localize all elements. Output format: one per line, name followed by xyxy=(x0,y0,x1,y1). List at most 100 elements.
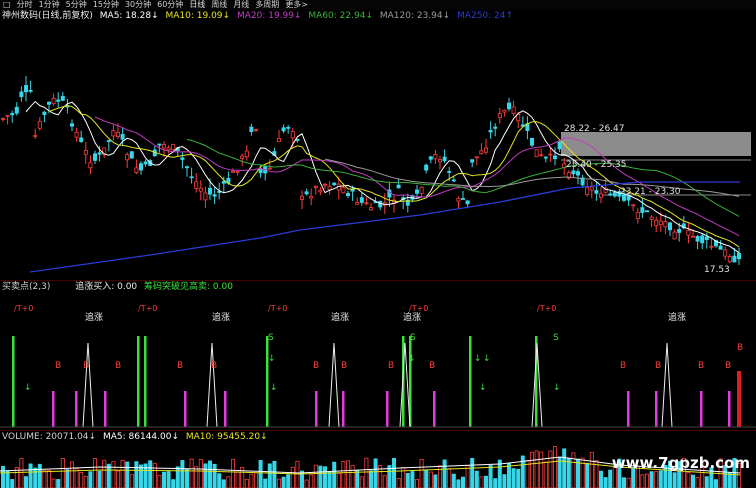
candle-body xyxy=(207,187,212,195)
volume-bar xyxy=(465,465,470,488)
volume-bar xyxy=(433,474,438,488)
candle-body xyxy=(709,245,714,248)
volume-bar xyxy=(290,466,295,488)
candle-body xyxy=(631,204,636,207)
volume-bar xyxy=(318,465,323,488)
period-tab-5[interactable]: 30分钟 xyxy=(122,0,154,10)
candle-body xyxy=(493,126,498,129)
volume-bar xyxy=(470,457,475,488)
candle-body xyxy=(635,211,640,220)
volume-bar xyxy=(60,458,65,488)
legend-ma120: MA120: 23.94↓ xyxy=(379,11,451,21)
candle-body xyxy=(557,141,562,150)
volume-bar xyxy=(313,464,318,488)
candle-body xyxy=(428,156,433,160)
period-tab-4[interactable]: 15分钟 xyxy=(90,0,122,10)
volume-bar xyxy=(88,471,93,488)
volume-bar xyxy=(102,459,107,488)
signal-magenta-bar xyxy=(342,391,345,427)
candle-body xyxy=(355,202,360,205)
buy-label: B xyxy=(313,361,319,371)
signal-panel[interactable]: 买卖点(2,3) 追涨买入: 0.00 筹码突破见高卖: 0.00 追涨 追涨 追涨… xyxy=(0,280,756,430)
signal-magenta-bar xyxy=(75,391,78,427)
volume-bar xyxy=(203,463,208,488)
period-tab-2[interactable]: 1分钟 xyxy=(36,0,63,10)
candle-body xyxy=(171,144,176,151)
period-tab-11[interactable]: 更多> xyxy=(282,0,311,10)
volume-bar xyxy=(686,471,691,488)
period-tab-7[interactable]: 日线 xyxy=(186,0,208,10)
volume-bar xyxy=(79,472,84,488)
volume-bar xyxy=(571,452,576,488)
volume-bar xyxy=(235,471,240,488)
volume-bar xyxy=(97,470,102,488)
volume-bar xyxy=(258,460,263,488)
volume-bar xyxy=(161,471,166,488)
volume-bar xyxy=(157,474,162,488)
period-tab-3[interactable]: 5分钟 xyxy=(63,0,90,10)
buy-label-last: B xyxy=(737,343,743,353)
volume-bar xyxy=(599,470,604,488)
candle-body xyxy=(79,137,84,142)
candle-body xyxy=(74,131,79,138)
period-tab-9[interactable]: 月线 xyxy=(230,0,252,10)
volume-bar xyxy=(364,457,369,488)
volume-bar xyxy=(442,459,447,488)
buy-label: B xyxy=(655,361,661,371)
candle-body xyxy=(37,121,42,129)
candle-body xyxy=(267,167,272,170)
candle-body xyxy=(28,90,33,92)
candlestick-panel[interactable]: 神州数码(日线,前复权) MA5: 18.28↓ MA10: 19.09↓ MA… xyxy=(0,10,756,279)
candle-body xyxy=(608,193,613,196)
buy-label: B xyxy=(83,361,89,371)
volume-bar xyxy=(585,462,590,488)
signal-green-bar xyxy=(144,336,147,427)
signal-legend: 买卖点(2,3) 追涨买入: 0.00 筹码突破见高卖: 0.00 xyxy=(2,282,237,293)
period-tab-8[interactable]: 周线 xyxy=(208,0,230,10)
candle-body xyxy=(129,151,134,159)
candle-body xyxy=(198,187,203,192)
candle-body xyxy=(483,147,488,153)
watermark: www.7gpzb.com xyxy=(611,454,750,472)
volume-bar xyxy=(562,448,567,488)
period-tab-0[interactable]: □ xyxy=(0,0,14,10)
volume-bar xyxy=(530,451,535,488)
candle-body xyxy=(474,156,479,159)
candle-body xyxy=(539,154,544,157)
buy-label: B xyxy=(115,361,121,371)
signal-chart[interactable]: 追涨 追涨 追涨 追涨 追涨/T+0/T+0/T+0/T+0/T+0B B B B B B B B B B… xyxy=(0,281,756,430)
sell-arrow: ↓ xyxy=(553,383,561,393)
candle-body xyxy=(221,181,226,184)
buy-label: B xyxy=(620,361,626,371)
candle-body xyxy=(83,150,88,155)
price-band-1 xyxy=(561,132,751,156)
price-chart[interactable] xyxy=(0,10,756,279)
sell-arrow: ↓ xyxy=(479,383,487,393)
volume-bar xyxy=(226,476,231,488)
candle-body xyxy=(253,129,258,131)
candle-body xyxy=(60,96,65,101)
candle-body xyxy=(654,219,659,226)
signal-magenta-bar xyxy=(627,391,630,427)
signal-magenta-bar xyxy=(700,391,703,427)
candle-body xyxy=(364,202,369,205)
volume-bar xyxy=(543,461,548,488)
period-tab-1[interactable]: 分时 xyxy=(14,0,36,10)
sell-arrow: ↓ xyxy=(24,383,32,393)
period-tab-10[interactable]: 多周期 xyxy=(252,0,282,10)
candle-body xyxy=(727,256,732,263)
sell-label: S xyxy=(268,333,274,343)
ma10-line xyxy=(48,105,740,248)
volume-bar xyxy=(460,476,465,488)
volume-panel[interactable]: VOLUME: 20071.04↓ MA5: 86144.00↓ MA10: 9… xyxy=(0,430,756,488)
volume-bar xyxy=(474,470,479,488)
volume-bar xyxy=(511,468,516,488)
period-tab-6[interactable]: 60分钟 xyxy=(154,0,186,10)
price-label-band3: 23.21 - 23.30 xyxy=(620,187,681,197)
volume-bar xyxy=(5,470,10,488)
candle-body xyxy=(157,143,162,146)
volume-bar xyxy=(253,472,258,488)
buy-label: B xyxy=(429,361,435,371)
candle-body xyxy=(737,252,742,260)
volume-bar xyxy=(309,474,314,488)
